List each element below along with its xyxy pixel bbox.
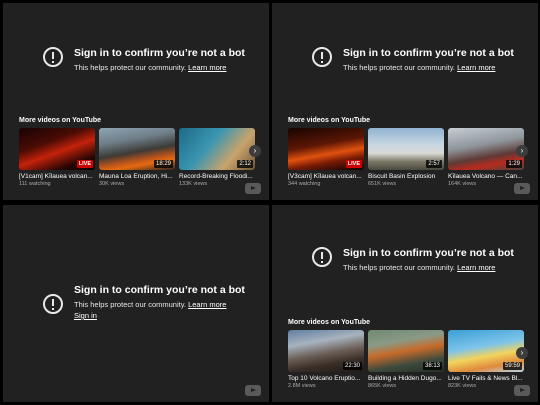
video-title[interactable]: Building a Hidden Dugo...: [368, 375, 444, 382]
bot-check-message: Sign in to confirm you’re not a bot This…: [43, 284, 245, 320]
video-meta: 30K views: [99, 181, 125, 187]
chevron-right-icon[interactable]: ›: [516, 145, 528, 157]
video-card[interactable]: 1:29 Kīlauea Volcano — Can... 164K views: [448, 128, 524, 187]
video-thumbnail[interactable]: LIVE: [19, 128, 95, 170]
video-embed-panel-3: Sign in to confirm you’re not a bot This…: [3, 205, 269, 402]
learn-more-link[interactable]: Learn more: [457, 63, 495, 72]
bot-check-subtitle: This helps protect our community. Learn …: [74, 63, 245, 73]
more-videos-heading: More videos on YouTube: [288, 117, 371, 124]
video-card[interactable]: LIVE [V1cam] Kīlauea volcan... 111 watch…: [19, 128, 95, 187]
sign-in-link[interactable]: Sign in: [74, 311, 245, 320]
chevron-right-icon[interactable]: ›: [516, 347, 528, 359]
subtitle-text: This helps protect our community.: [74, 63, 186, 72]
bot-check-subtitle: This helps protect our community. Learn …: [343, 263, 514, 273]
video-thumbnail[interactable]: 22:30: [288, 330, 364, 372]
video-thumbnail[interactable]: 2:57: [368, 128, 444, 170]
video-meta: 164K views: [448, 181, 477, 187]
duration-badge: 1:29: [506, 160, 522, 168]
subtitle-text: This helps protect our community.: [74, 300, 186, 309]
alert-circle-icon: [43, 294, 63, 314]
bot-check-message: Sign in to confirm you’re not a bot This…: [312, 247, 514, 273]
more-videos-row: LIVE [V3cam] Kīlauea volcan... 344 watch…: [288, 128, 524, 187]
video-title[interactable]: [V1cam] Kīlauea volcan...: [19, 173, 95, 180]
video-title[interactable]: Mauna Loa Eruption, Hi...: [99, 173, 175, 180]
video-meta: 651K views: [368, 181, 397, 187]
alert-circle-icon: [312, 247, 332, 267]
video-embed-panel-2: Sign in to confirm you’re not a bot This…: [272, 3, 538, 200]
youtube-logo-icon[interactable]: [514, 385, 530, 396]
bot-check-subtitle: This helps protect our community. Learn …: [74, 300, 245, 310]
video-card[interactable]: 38:13 Building a Hidden Dugo... 865K vie…: [368, 330, 444, 389]
video-embed-panel-4: Sign in to confirm you’re not a bot This…: [272, 205, 538, 402]
alert-circle-icon: [43, 47, 63, 67]
video-title[interactable]: Biscuit Basin Explosion: [368, 173, 444, 180]
duration-badge: 2:12: [237, 160, 253, 168]
video-card[interactable]: 18:29 Mauna Loa Eruption, Hi... 30K view…: [99, 128, 175, 187]
bot-check-message: Sign in to confirm you’re not a bot This…: [312, 47, 514, 73]
video-meta: 111 watching: [19, 181, 51, 187]
learn-more-link[interactable]: Learn more: [188, 300, 226, 309]
learn-more-link[interactable]: Learn more: [457, 263, 495, 272]
video-meta: 2.8M views: [288, 383, 316, 389]
video-thumbnail[interactable]: 1:29: [448, 128, 524, 170]
video-thumbnail[interactable]: LIVE: [288, 128, 364, 170]
video-title[interactable]: Kīlauea Volcano — Can...: [448, 173, 524, 180]
youtube-logo-icon[interactable]: [245, 385, 261, 396]
duration-badge: 18:29: [153, 160, 173, 168]
video-meta: 133K views: [179, 181, 208, 187]
duration-badge: 38:13: [422, 362, 442, 370]
video-card[interactable]: 59:59 Live TV Fails & News Bl... 823K vi…: [448, 330, 524, 389]
video-thumbnail[interactable]: 59:59: [448, 330, 524, 372]
bot-check-title: Sign in to confirm you’re not a bot: [343, 247, 514, 259]
bot-check-message: Sign in to confirm you’re not a bot This…: [43, 47, 245, 73]
bot-check-title: Sign in to confirm you’re not a bot: [74, 47, 245, 59]
video-meta: 823K views: [448, 383, 477, 389]
video-title[interactable]: Record-Breaking Floodi...: [179, 173, 255, 180]
video-card[interactable]: LIVE [V3cam] Kīlauea volcan... 344 watch…: [288, 128, 364, 187]
more-videos-heading: More videos on YouTube: [19, 117, 102, 124]
video-thumbnail[interactable]: 2:12: [179, 128, 255, 170]
more-videos-heading: More videos on YouTube: [288, 319, 371, 326]
subtitle-text: This helps protect our community.: [343, 263, 455, 272]
youtube-logo-icon[interactable]: [245, 183, 261, 194]
video-card[interactable]: 2:57 Biscuit Basin Explosion 651K views: [368, 128, 444, 187]
video-card[interactable]: 2:12 Record-Breaking Floodi... 133K view…: [179, 128, 255, 187]
learn-more-link[interactable]: Learn more: [188, 63, 226, 72]
video-card[interactable]: 22:30 Top 10 Volcano Eruptio... 2.8M vie…: [288, 330, 364, 389]
youtube-logo-icon[interactable]: [514, 183, 530, 194]
more-videos-row: 22:30 Top 10 Volcano Eruptio... 2.8M vie…: [288, 330, 524, 389]
video-meta: 344 watching: [288, 181, 321, 187]
duration-badge: 22:30: [342, 362, 362, 370]
video-title[interactable]: Live TV Fails & News Bl...: [448, 375, 524, 382]
video-title[interactable]: [V3cam] Kīlauea volcan...: [288, 173, 364, 180]
duration-badge: 2:57: [426, 160, 442, 168]
bot-check-title: Sign in to confirm you’re not a bot: [343, 47, 514, 59]
video-title[interactable]: Top 10 Volcano Eruptio...: [288, 375, 364, 382]
duration-badge: 59:59: [502, 362, 522, 370]
bot-check-subtitle: This helps protect our community. Learn …: [343, 63, 514, 73]
video-embed-panel-1: Sign in to confirm you’re not a bot This…: [3, 3, 269, 200]
subtitle-text: This helps protect our community.: [343, 63, 455, 72]
video-thumbnail[interactable]: 18:29: [99, 128, 175, 170]
more-videos-row: LIVE [V1cam] Kīlauea volcan... 111 watch…: [19, 128, 255, 187]
video-thumbnail[interactable]: 38:13: [368, 330, 444, 372]
live-badge: LIVE: [76, 160, 93, 168]
alert-circle-icon: [312, 47, 332, 67]
chevron-right-icon[interactable]: ›: [249, 145, 261, 157]
bot-check-title: Sign in to confirm you’re not a bot: [74, 284, 245, 296]
video-meta: 865K views: [368, 383, 397, 389]
live-badge: LIVE: [345, 160, 362, 168]
